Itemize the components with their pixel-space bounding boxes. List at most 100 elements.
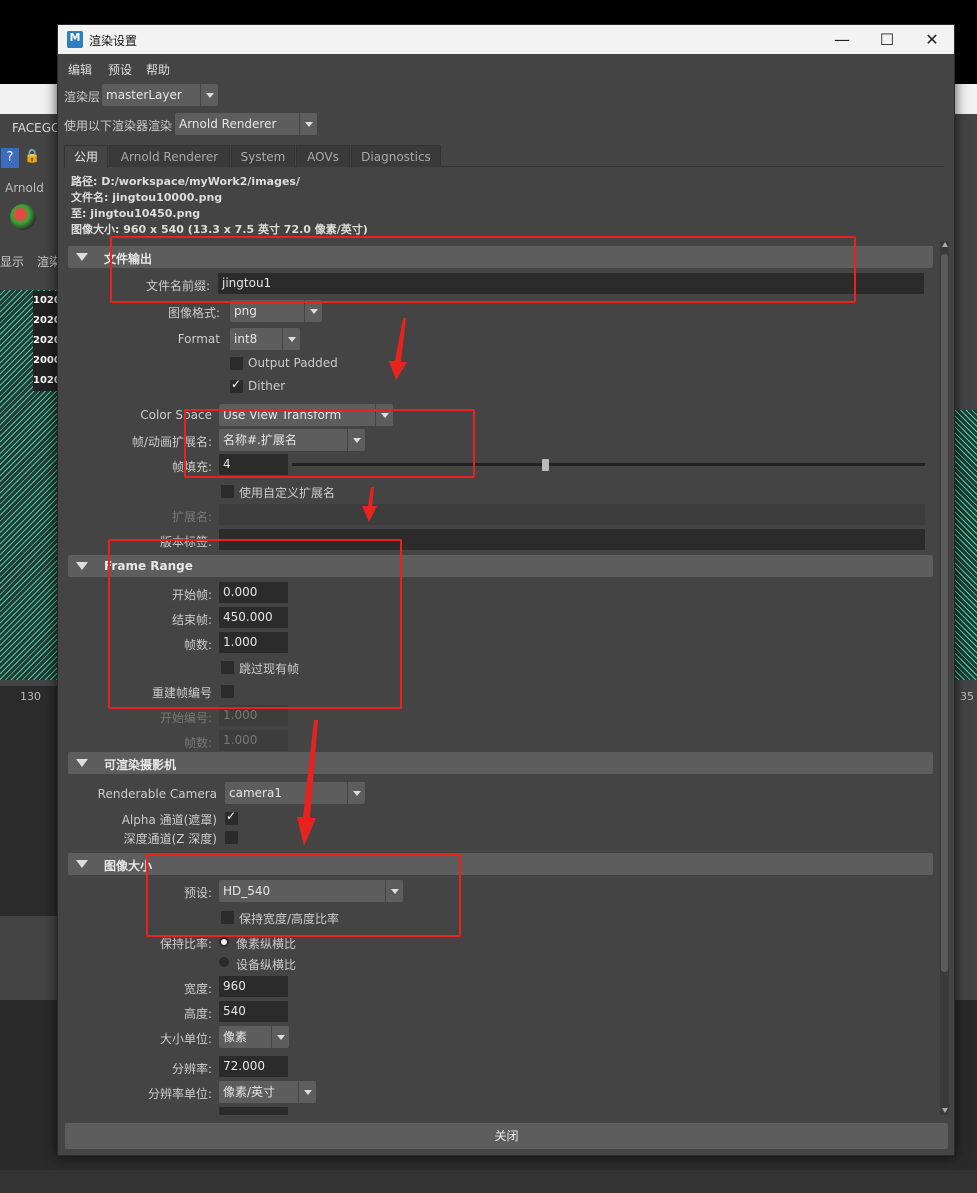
timeline (0, 686, 58, 916)
renumber-checkbox[interactable] (221, 685, 234, 698)
renderable-camera-value: camera1 (229, 786, 282, 800)
maya-app-icon: M (67, 31, 83, 48)
menu-edit[interactable]: 编辑 (68, 61, 92, 78)
resolution-label: 分辨率: (171, 1062, 212, 1076)
scrollbar-thumb[interactable] (941, 254, 948, 972)
viewport-menu-display[interactable]: 显示 (0, 253, 24, 270)
tab-diagnostics[interactable]: Diagnostics (351, 145, 441, 167)
scroll-down-icon[interactable] (942, 1108, 948, 1113)
menu-help[interactable]: 帮助 (146, 61, 170, 78)
menu-presets[interactable]: 预设 (108, 61, 132, 78)
skip-existing-label: 跳过现有帧 (239, 662, 300, 676)
pixel-aspect-radio[interactable] (219, 937, 229, 947)
keep-ratio-label: 保持比率: (159, 937, 212, 951)
frame-ext-value: 名称#.扩展名 (223, 433, 297, 447)
minimize-button[interactable]: — (819, 25, 865, 54)
vertical-scrollbar[interactable] (940, 241, 949, 1115)
pixel-aspect-label: 像素纵横比 (236, 937, 297, 951)
skip-existing-checkbox[interactable] (221, 661, 234, 674)
res-units-value: 像素/英寸 (223, 1085, 276, 1099)
alpha-channel-label: Alpha 通道(遮罩) (121, 813, 217, 827)
background-status (0, 1170, 977, 1193)
size-units-dropdown[interactable]: 像素 (219, 1026, 289, 1048)
renderer-dropdown[interactable]: Arnold Renderer (175, 113, 317, 135)
renderable-camera-dropdown[interactable]: camera1 (225, 782, 365, 804)
frame-ext-dropdown[interactable]: 名称#.扩展名 (219, 429, 365, 451)
frame-number: 2020 (33, 335, 61, 346)
output-padded-checkbox[interactable] (230, 357, 243, 370)
depth-channel-checkbox[interactable] (225, 831, 238, 844)
file-prefix-input[interactable]: jingtou1 (218, 273, 924, 294)
section-title: 可渲染摄影机 (104, 758, 177, 772)
width-input[interactable]: 960 (219, 976, 288, 997)
height-input[interactable]: 540 (219, 1001, 288, 1022)
frame-padding-slider[interactable] (292, 463, 925, 466)
render-layer-dropdown[interactable]: masterLayer (102, 84, 218, 106)
title-bar[interactable]: M 渲染设置 — ☐ ✕ (58, 25, 954, 54)
help-icon[interactable]: ? (1, 148, 19, 168)
by-number-input[interactable]: 1.000 (219, 730, 288, 751)
info-filename: 文件名: jingtou10000.png (71, 191, 223, 204)
tab-aovs[interactable]: AOVs (296, 145, 350, 167)
start-number-label: 开始编号: (159, 711, 212, 725)
chevron-down-icon (347, 782, 365, 804)
image-format-dropdown[interactable]: png (230, 300, 322, 322)
version-label: 版本标签: (159, 535, 212, 549)
lock-icon[interactable]: 🔒 (24, 149, 40, 164)
tab-arnold-renderer[interactable]: Arnold Renderer (109, 145, 230, 167)
close-window-button[interactable]: ✕ (909, 25, 955, 54)
shelf-tab-arnold[interactable]: Arnold (5, 181, 44, 195)
chevron-down-icon (375, 404, 393, 426)
res-units-dropdown[interactable]: 像素/英寸 (219, 1081, 316, 1103)
maximize-button[interactable]: ☐ (864, 25, 910, 54)
color-space-label: Color Space (140, 408, 212, 422)
device-aspect-radio[interactable] (219, 957, 229, 967)
extension-input[interactable] (219, 504, 925, 525)
chevron-down-icon (200, 84, 218, 106)
end-frame-input[interactable]: 450.000 (219, 607, 288, 628)
keep-ratio-text: 保持宽度/高度比率 (239, 912, 340, 926)
arnold-render-icon[interactable] (10, 204, 36, 230)
slider-handle[interactable] (542, 459, 550, 471)
settings-scroll-area[interactable]: 文件输出 文件名前缀: jingtou1 图像格式: png Format in… (64, 241, 949, 1115)
render-layer-value: masterLayer (106, 88, 182, 102)
color-space-value: Use View Transform (223, 408, 342, 422)
size-units-value: 像素 (223, 1030, 248, 1044)
keep-ratio-checkbox[interactable] (221, 911, 234, 924)
version-label-input[interactable] (219, 529, 925, 550)
format-dropdown[interactable]: int8 (230, 328, 300, 350)
resolution-input[interactable]: 72.000 (219, 1056, 288, 1077)
frame-number: 1020 (33, 295, 61, 306)
depth-channel-label: 深度通道(Z 深度) (123, 832, 217, 846)
chevron-down-icon (347, 429, 365, 451)
scroll-up-icon[interactable] (942, 242, 948, 247)
section-file-output[interactable]: 文件输出 (68, 246, 933, 268)
device-aspect-input[interactable] (219, 1107, 288, 1115)
tab-system[interactable]: System (231, 145, 295, 167)
timeline-number: 35 (960, 690, 974, 703)
custom-ext-checkbox[interactable] (221, 485, 234, 498)
width-label: 宽度: (183, 982, 212, 996)
start-number-input[interactable]: 1.000 (219, 705, 288, 726)
preset-label: 预设: (183, 886, 212, 900)
renderer-label: 使用以下渲染器渲染 (64, 119, 173, 133)
section-frame-range[interactable]: Frame Range (68, 555, 933, 577)
preset-value: HD_540 (223, 884, 271, 898)
color-space-dropdown[interactable]: Use View Transform (219, 404, 393, 426)
collapse-triangle-icon (76, 562, 88, 570)
shelf-tab-facego[interactable]: FACEGO (12, 121, 61, 135)
section-image-size[interactable]: 图像大小 (68, 853, 933, 875)
alpha-channel-checkbox[interactable] (225, 809, 238, 825)
collapse-triangle-icon (76, 759, 88, 767)
dither-checkbox[interactable] (230, 377, 243, 393)
preset-dropdown[interactable]: HD_540 (219, 880, 403, 902)
by-frame-input[interactable]: 1.000 (219, 632, 288, 653)
tab-common[interactable]: 公用 (64, 145, 108, 168)
chevron-down-icon (304, 300, 322, 322)
prefix-label: 文件名前缀: (145, 279, 210, 293)
start-frame-input[interactable]: 0.000 (219, 582, 288, 603)
frame-padding-input[interactable]: 4 (219, 454, 288, 475)
image-format-label: 图像格式: (167, 306, 220, 320)
close-button[interactable]: 关闭 (65, 1123, 948, 1149)
section-renderable-cameras[interactable]: 可渲染摄影机 (68, 752, 933, 774)
